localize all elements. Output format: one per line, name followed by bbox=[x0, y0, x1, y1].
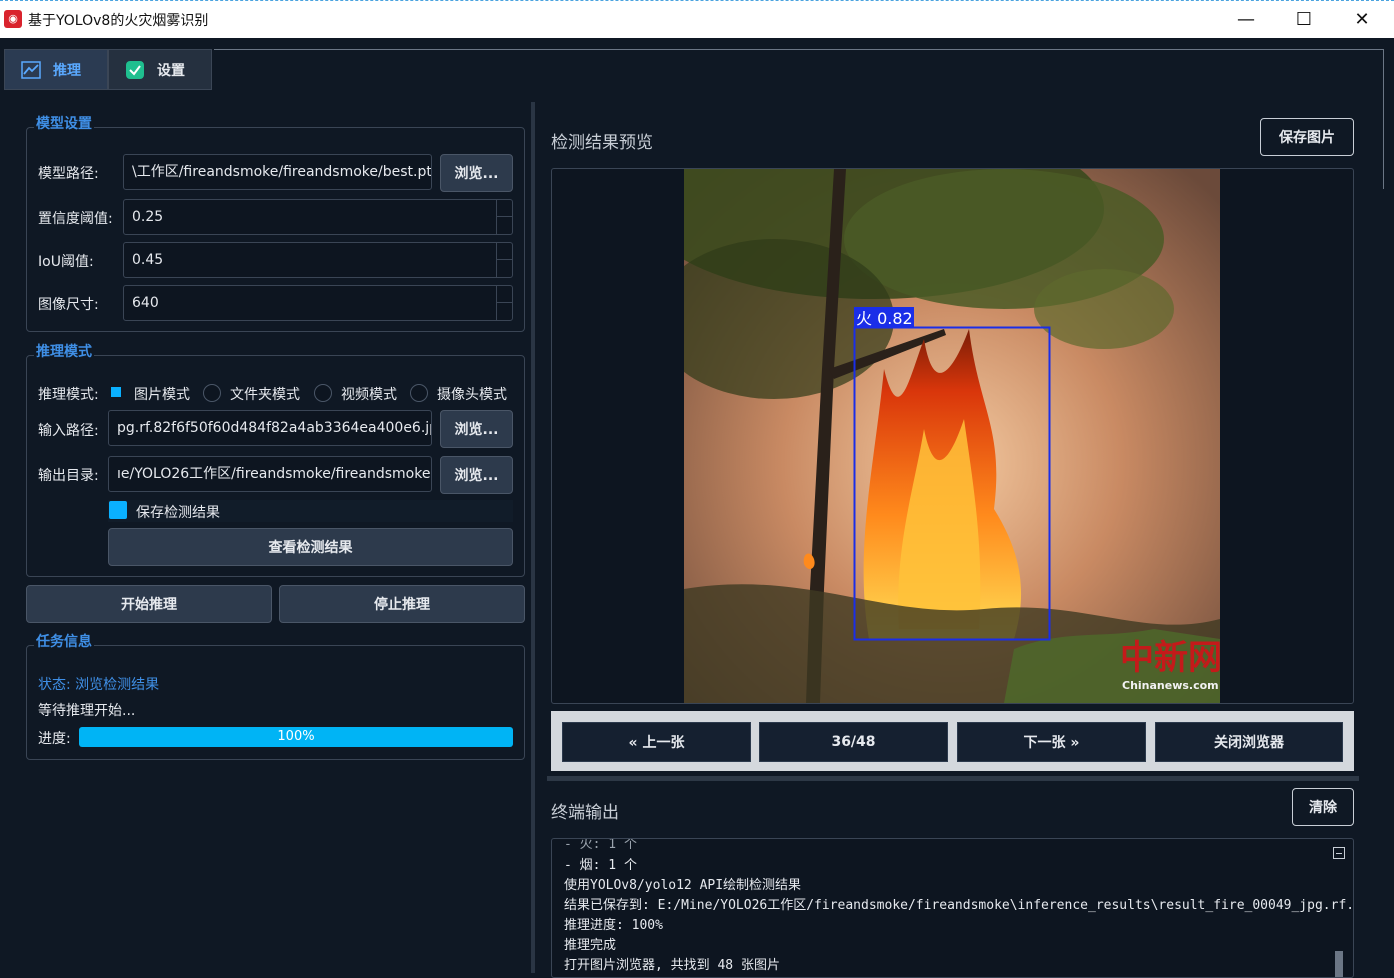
tab-inference[interactable]: 推理 bbox=[4, 49, 108, 90]
imgsize-label: 图像尺寸: bbox=[38, 297, 99, 313]
watermark-logo: 中新网 bbox=[1120, 638, 1220, 678]
view-results-button[interactable]: 查看检测结果 bbox=[108, 528, 513, 566]
radio-video-mode[interactable] bbox=[314, 384, 332, 402]
status-message: 等待推理开始... bbox=[38, 703, 136, 719]
progress-bar: 100% bbox=[79, 727, 513, 747]
radio-camera-mode-label[interactable]: 摄像头模式 bbox=[437, 384, 507, 404]
iou-stepper[interactable] bbox=[496, 243, 513, 277]
terminal-line: 结果已保存到: E:/Mine/YOLO26工作区/fireandsmoke/f… bbox=[564, 898, 1354, 913]
iou-spinbox[interactable]: 0.45 bbox=[123, 242, 513, 278]
imgsize-spinbox[interactable]: 640 bbox=[123, 285, 513, 321]
output-browse-button[interactable]: 浏览... bbox=[440, 456, 513, 494]
terminal-line: 使用YOLOv8/yolo12 API绘制检测结果 bbox=[564, 878, 802, 893]
radio-video-mode-label[interactable]: 视频模式 bbox=[341, 384, 397, 404]
iou-value: 0.45 bbox=[132, 252, 164, 268]
maximize-button[interactable]: ☐ bbox=[1275, 1, 1333, 38]
prev-image-button[interactable]: « 上一张 bbox=[562, 722, 751, 762]
tab-bar: 推理 设置 bbox=[4, 49, 212, 90]
preview-title: 检测结果预览 bbox=[551, 133, 653, 153]
radio-image-mode[interactable] bbox=[108, 384, 126, 402]
terminal-line: 推理进度: 100% bbox=[564, 918, 663, 933]
tab-settings-label: 设置 bbox=[157, 62, 185, 79]
save-results-checkbox[interactable] bbox=[109, 501, 127, 519]
output-dir-label: 输出目录: bbox=[38, 468, 99, 484]
vertical-splitter[interactable] bbox=[547, 776, 1359, 781]
check-icon bbox=[125, 60, 145, 80]
watermark-sub: Chinanews.com bbox=[1122, 679, 1219, 692]
terminal-line: 推理完成 bbox=[564, 938, 617, 953]
save-image-button[interactable]: 保存图片 bbox=[1260, 118, 1354, 156]
app-icon: ◉ bbox=[4, 10, 22, 28]
chart-icon bbox=[21, 60, 41, 80]
image-counter: 36/48 bbox=[759, 722, 948, 762]
panel-border bbox=[1383, 49, 1384, 189]
next-image-button[interactable]: 下一张 » bbox=[957, 722, 1146, 762]
clear-terminal-button[interactable]: 清除 bbox=[1292, 788, 1354, 826]
detection-label: 火 0.82 bbox=[856, 309, 913, 328]
terminal-line: 打开图片浏览器, 共找到 48 张图片 bbox=[564, 958, 780, 973]
confidence-stepper[interactable] bbox=[496, 200, 513, 234]
inference-mode-title: 推理模式 bbox=[34, 341, 94, 361]
terminal-output[interactable]: - 火: 1 个 - 烟: 1 个 使用YOLOv8/yolo12 API绘制检… bbox=[551, 838, 1354, 978]
minimize-button[interactable]: — bbox=[1217, 1, 1275, 38]
radio-folder-mode-label[interactable]: 文件夹模式 bbox=[230, 384, 300, 404]
fire-scene-image: 火 0.82 中新网 Chinanews.com bbox=[684, 169, 1220, 703]
panel-splitter[interactable] bbox=[531, 102, 535, 973]
model-path-label: 模型路径: bbox=[38, 166, 99, 182]
tab-inference-label: 推理 bbox=[53, 62, 81, 79]
status-text: 状态: 浏览检测结果 bbox=[38, 677, 160, 693]
iou-label: IoU阈值: bbox=[38, 254, 94, 270]
radio-image-mode-label[interactable]: 图片模式 bbox=[134, 384, 190, 404]
imgsize-value: 640 bbox=[132, 295, 159, 311]
save-results-label[interactable]: 保存检测结果 bbox=[136, 502, 220, 522]
radio-folder-mode[interactable] bbox=[203, 384, 221, 402]
start-inference-button[interactable]: 开始推理 bbox=[26, 585, 272, 623]
tab-settings[interactable]: 设置 bbox=[108, 49, 212, 90]
close-browser-button[interactable]: 关闭浏览器 bbox=[1155, 722, 1343, 762]
task-info-title: 任务信息 bbox=[34, 631, 94, 651]
terminal-scrollbar[interactable] bbox=[1333, 845, 1345, 977]
confidence-value: 0.25 bbox=[132, 209, 164, 225]
confidence-label: 置信度阈值: bbox=[38, 211, 113, 227]
image-browser-bar: « 上一张 36/48 下一张 » 关闭浏览器 bbox=[551, 711, 1354, 771]
mode-label: 推理模式: bbox=[38, 387, 99, 403]
tab-divider bbox=[214, 49, 1384, 50]
input-path-label: 输入路径: bbox=[38, 423, 99, 439]
input-path-input[interactable]: pg.rf.82f6f50f60d484f82a4ab3364ea400e6.j… bbox=[108, 410, 432, 446]
confidence-spinbox[interactable]: 0.25 bbox=[123, 199, 513, 235]
output-dir-input[interactable]: ıe/YOLO26工作区/fireandsmoke/fireandsmoke bbox=[108, 456, 432, 492]
imgsize-stepper[interactable] bbox=[496, 286, 513, 320]
model-settings-title: 模型设置 bbox=[34, 113, 94, 133]
detection-image: 火 0.82 中新网 Chinanews.com bbox=[684, 169, 1220, 703]
progress-label: 进度: bbox=[38, 731, 71, 747]
main-area: 推理 设置 模型设置 模型路径: \工作区/fireandsmoke/firea… bbox=[0, 38, 1394, 978]
terminal-title: 终端输出 bbox=[551, 803, 619, 823]
title-bar: ◉ 基于YOLOv8的火灾烟雾识别 — ☐ ✕ bbox=[0, 0, 1394, 38]
terminal-line: - 火: 1 个 bbox=[564, 838, 637, 852]
close-window-button[interactable]: ✕ bbox=[1333, 1, 1391, 38]
radio-camera-mode[interactable] bbox=[410, 384, 428, 402]
terminal-line: - 烟: 1 个 bbox=[564, 858, 637, 873]
model-browse-button[interactable]: 浏览... bbox=[440, 154, 513, 192]
stop-inference-button[interactable]: 停止推理 bbox=[279, 585, 525, 623]
input-browse-button[interactable]: 浏览... bbox=[440, 410, 513, 448]
window-title: 基于YOLOv8的火灾烟雾识别 bbox=[28, 13, 209, 29]
model-path-input[interactable]: \工作区/fireandsmoke/fireandsmoke/best.pt bbox=[123, 154, 432, 190]
